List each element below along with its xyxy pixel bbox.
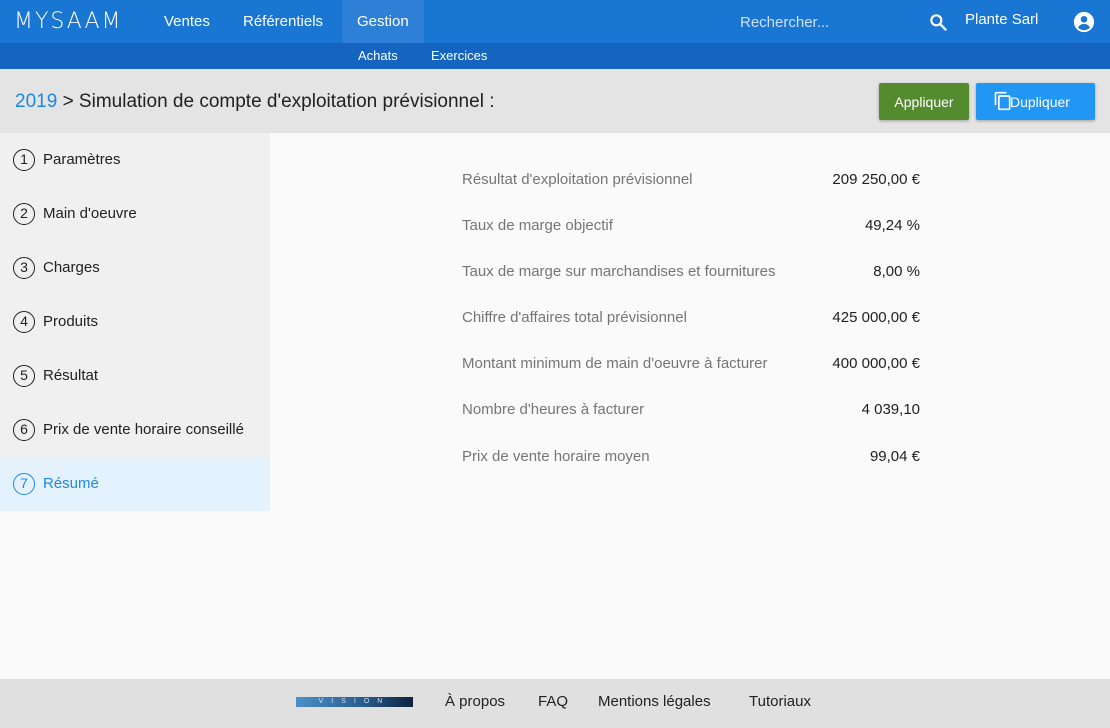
year-link[interactable]: 2019: [15, 91, 57, 112]
step-number: 7: [13, 473, 35, 495]
search-input[interactable]: [740, 11, 910, 33]
step-label: Charges: [43, 259, 100, 276]
sub-nav: Achats Exercices: [0, 43, 1110, 69]
summary-label: Nombre d'heures à facturer: [462, 401, 645, 418]
apply-button[interactable]: Appliquer: [879, 83, 969, 120]
summary-value: 8,00 %: [873, 263, 920, 280]
footer-link-tutoriaux[interactable]: Tutoriaux: [749, 693, 811, 710]
summary-row: Nombre d'heures à facturer 4 039,10: [462, 401, 920, 421]
company-name[interactable]: Plante Sarl: [965, 11, 1038, 28]
account-icon[interactable]: [1073, 11, 1095, 33]
summary-label: Taux de marge sur marchandises et fourni…: [462, 263, 776, 280]
step-parametres[interactable]: 1 Paramètres: [0, 133, 270, 187]
step-label: Paramètres: [43, 151, 121, 168]
copy-icon: [994, 91, 1011, 111]
footer-link-a-propos[interactable]: À propos: [445, 693, 505, 710]
summary-label: Chiffre d'affaires total prévisionnel: [462, 309, 687, 326]
page-header: 2019 > Simulation de compte d'exploitati…: [0, 69, 1110, 133]
steps-sidebar: 1 Paramètres 2 Main d'oeuvre 3 Charges 4…: [0, 133, 270, 511]
step-label: Main d'oeuvre: [43, 205, 137, 222]
summary-label: Prix de vente horaire moyen: [462, 448, 650, 465]
vision-logo[interactable]: VISION: [296, 697, 413, 707]
summary-row: Montant minimum de main d'oeuvre à factu…: [462, 355, 920, 375]
step-prix-vente-horaire[interactable]: 6 Prix de vente horaire conseillé: [0, 403, 270, 457]
sub-nav-exercices[interactable]: Exercices: [431, 43, 487, 69]
summary-label: Taux de marge objectif: [462, 217, 613, 234]
step-label: Résumé: [43, 475, 99, 492]
summary-value: 49,24 %: [864, 217, 920, 234]
step-resume[interactable]: 7 Résumé: [0, 457, 270, 511]
summary-row: Taux de marge objectif 49,24 %: [462, 217, 920, 237]
summary-label: Montant minimum de main d'oeuvre à factu…: [462, 355, 768, 372]
summary-value: 209 250,00 €: [832, 171, 920, 188]
summary-row: Résultat d'exploitation prévisionnel 209…: [462, 171, 920, 191]
step-label: Prix de vente horaire conseillé: [43, 421, 244, 438]
step-label: Résultat: [43, 367, 99, 384]
top-nav: MYSAAM Ventes Référentiels Gestion Plant…: [0, 0, 1110, 43]
summary-row: Prix de vente horaire moyen 99,04 €: [462, 448, 920, 468]
step-number: 2: [13, 203, 35, 225]
summary-value: 4 039,10: [861, 401, 920, 418]
duplicate-button[interactable]: Dupliquer: [976, 83, 1095, 120]
summary-row: Chiffre d'affaires total prévisionnel 42…: [462, 309, 920, 329]
footer: VISION À propos FAQ Mentions légales Tut…: [0, 679, 1110, 728]
summary-value: 425 000,00 €: [832, 309, 920, 326]
step-charges[interactable]: 3 Charges: [0, 241, 270, 295]
step-number: 1: [13, 149, 35, 171]
page-title-text: > Simulation de compte d'exploitation pr…: [62, 91, 495, 112]
summary-value: 400 000,00 €: [832, 355, 920, 372]
step-main-doeuvre[interactable]: 2 Main d'oeuvre: [0, 187, 270, 241]
step-label: Produits: [43, 313, 99, 330]
nav-item-gestion[interactable]: Gestion: [342, 0, 424, 43]
search-icon[interactable]: [928, 12, 948, 32]
nav-item-ventes[interactable]: Ventes: [149, 0, 225, 43]
nav-item-referentiels[interactable]: Référentiels: [228, 0, 338, 43]
sub-nav-achats[interactable]: Achats: [358, 43, 398, 69]
summary-value: 99,04 €: [869, 448, 920, 465]
step-number: 4: [13, 311, 35, 333]
page-title: 2019 > Simulation de compte d'exploitati…: [15, 91, 494, 113]
footer-link-mentions-legales[interactable]: Mentions légales: [598, 693, 711, 710]
step-number: 5: [13, 365, 35, 387]
summary-row: Taux de marge sur marchandises et fourni…: [462, 263, 920, 283]
summary-label: Résultat d'exploitation prévisionnel: [462, 171, 693, 188]
footer-link-faq[interactable]: FAQ: [538, 693, 568, 710]
duplicate-label: Dupliquer: [1010, 93, 1070, 110]
step-produits[interactable]: 4 Produits: [0, 295, 270, 349]
app-logo[interactable]: MYSAAM: [14, 9, 123, 34]
step-number: 6: [13, 419, 35, 441]
step-number: 3: [13, 257, 35, 279]
step-resultat[interactable]: 5 Résultat: [0, 349, 270, 403]
